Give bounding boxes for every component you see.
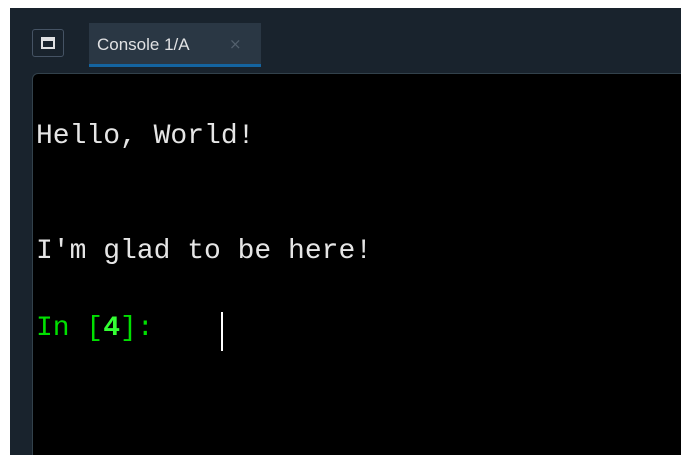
output-line: I'm glad to be here! [36, 236, 373, 267]
console-window: Console 1/A × [10, 8, 681, 455]
tab-bar: Console 1/A × [10, 8, 681, 67]
output-line: Hello, World! [36, 121, 255, 152]
active-tab-indicator [89, 64, 261, 67]
input-prompt: In [4]: [36, 315, 170, 343]
prompt-number: 4 [103, 313, 121, 344]
tab-console-1a[interactable]: Console 1/A × [89, 23, 261, 67]
tab-label: Console 1/A [97, 35, 190, 54]
pane-options-button[interactable] [32, 29, 64, 57]
window-pane-icon [41, 37, 55, 49]
prompt-suffix: ]: [120, 313, 171, 344]
prompt-prefix: In [ [36, 313, 104, 344]
text-cursor[interactable] [221, 312, 223, 351]
close-icon[interactable]: × [229, 35, 242, 53]
